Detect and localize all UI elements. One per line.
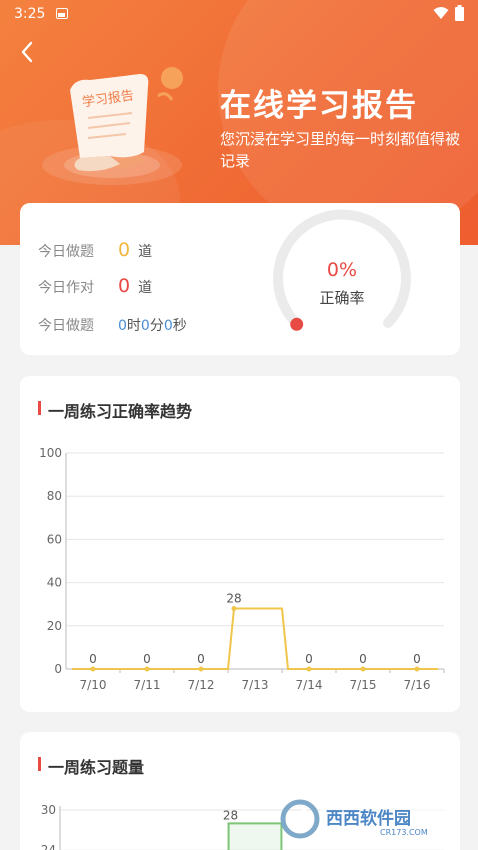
minutes-value: 0 [140, 318, 150, 334]
x-tick-label: 7/13 [242, 678, 269, 692]
page-title: 在线学习报告 [220, 88, 418, 124]
today-correct-row: 今日作对 0 道 [38, 275, 152, 297]
today-time-row: 今日做题 0 时 0 分 0 秒 [38, 315, 187, 335]
x-tick-label: 7/14 [296, 678, 323, 692]
seconds-unit: 秒 [172, 318, 187, 334]
x-tick-label: 7/15 [350, 678, 377, 692]
accuracy-label: 正确率 [319, 289, 365, 307]
data-label: 0 [305, 652, 313, 666]
data-label: 0 [413, 652, 421, 666]
today-done-value: 0 [118, 239, 131, 261]
data-label: 0 [359, 652, 367, 666]
watermark-logo: 西西软件园 CR173.COM [280, 799, 456, 839]
battery-icon [455, 5, 464, 21]
data-point [360, 666, 366, 672]
data-label: 0 [197, 652, 205, 666]
y-tick-label: 20 [47, 619, 62, 633]
data-point [414, 666, 420, 672]
minutes-unit: 分 [149, 318, 164, 334]
seconds-value: 0 [163, 318, 173, 334]
hours-unit: 时 [126, 318, 141, 334]
today-correct-value: 0 [118, 275, 131, 297]
x-tick-label: 7/10 [80, 678, 107, 692]
wifi-icon [433, 7, 449, 19]
data-point [90, 666, 96, 672]
data-label: 0 [89, 652, 97, 666]
data-point [144, 666, 150, 672]
status-icons [433, 5, 464, 21]
today-correct-unit: 道 [138, 280, 153, 296]
weekly-accuracy-card: 一周练习正确率趋势 0 20 40 60 80 100 7/10 7/11 7/12 7/13 7/… [20, 376, 460, 712]
status-bar: 3:25 [0, 0, 478, 30]
y-tick-label: 100 [39, 446, 62, 460]
status-time: 3:25 [14, 6, 46, 22]
x-tick-label: 7/11 [134, 678, 161, 692]
y-tick-label: 60 [47, 532, 62, 546]
hours-value: 0 [118, 318, 127, 334]
count-bar [227, 822, 283, 850]
y-tick-label: 40 [47, 576, 62, 590]
today-done-label: 今日做题 [38, 244, 94, 260]
today-done-unit: 道 [138, 244, 153, 260]
today-done-row: 今日做题 0 道 [38, 239, 152, 261]
data-point [306, 666, 312, 672]
y-tick-label: 80 [47, 489, 62, 503]
today-correct-label: 今日作对 [38, 280, 94, 296]
x-tick-label: 7/12 [188, 678, 215, 692]
accuracy-value: 0% [326, 259, 358, 281]
data-point [231, 606, 237, 612]
watermark-brand: 西西软件园 [326, 808, 411, 829]
y-tick-label: 24 [41, 843, 56, 850]
watermark-site: CR173.COM [380, 828, 428, 837]
page-subtitle: 您沉浸在学习里的每一时刻都值得被记录 [220, 130, 461, 170]
accuracy-gauge-marker [290, 317, 304, 331]
back-button[interactable] [14, 38, 42, 66]
data-label: 0 [143, 652, 151, 666]
x-tick-label: 7/16 [404, 678, 431, 692]
today-time-label: 今日做题 [38, 318, 94, 334]
bar-label: 28 [223, 808, 238, 822]
report-illustration: 学习报告 [42, 67, 183, 185]
today-stats-card: 今日做题 0 道 今日作对 0 道 今日做题 0 时 0 分 0 秒 0% 正确… [20, 203, 460, 355]
data-label: 28 [226, 592, 241, 606]
y-tick-label: 30 [41, 803, 56, 817]
y-tick-label: 0 [54, 662, 62, 676]
data-point [198, 666, 204, 672]
chevron-left-icon [21, 41, 33, 63]
weekly-accuracy-chart: 0 20 40 60 80 100 7/10 7/11 7/12 7/13 7/14 7/15 7/16… [39, 446, 445, 692]
accuracy-series-line [72, 607, 438, 670]
gallery-notification-icon [56, 8, 68, 19]
